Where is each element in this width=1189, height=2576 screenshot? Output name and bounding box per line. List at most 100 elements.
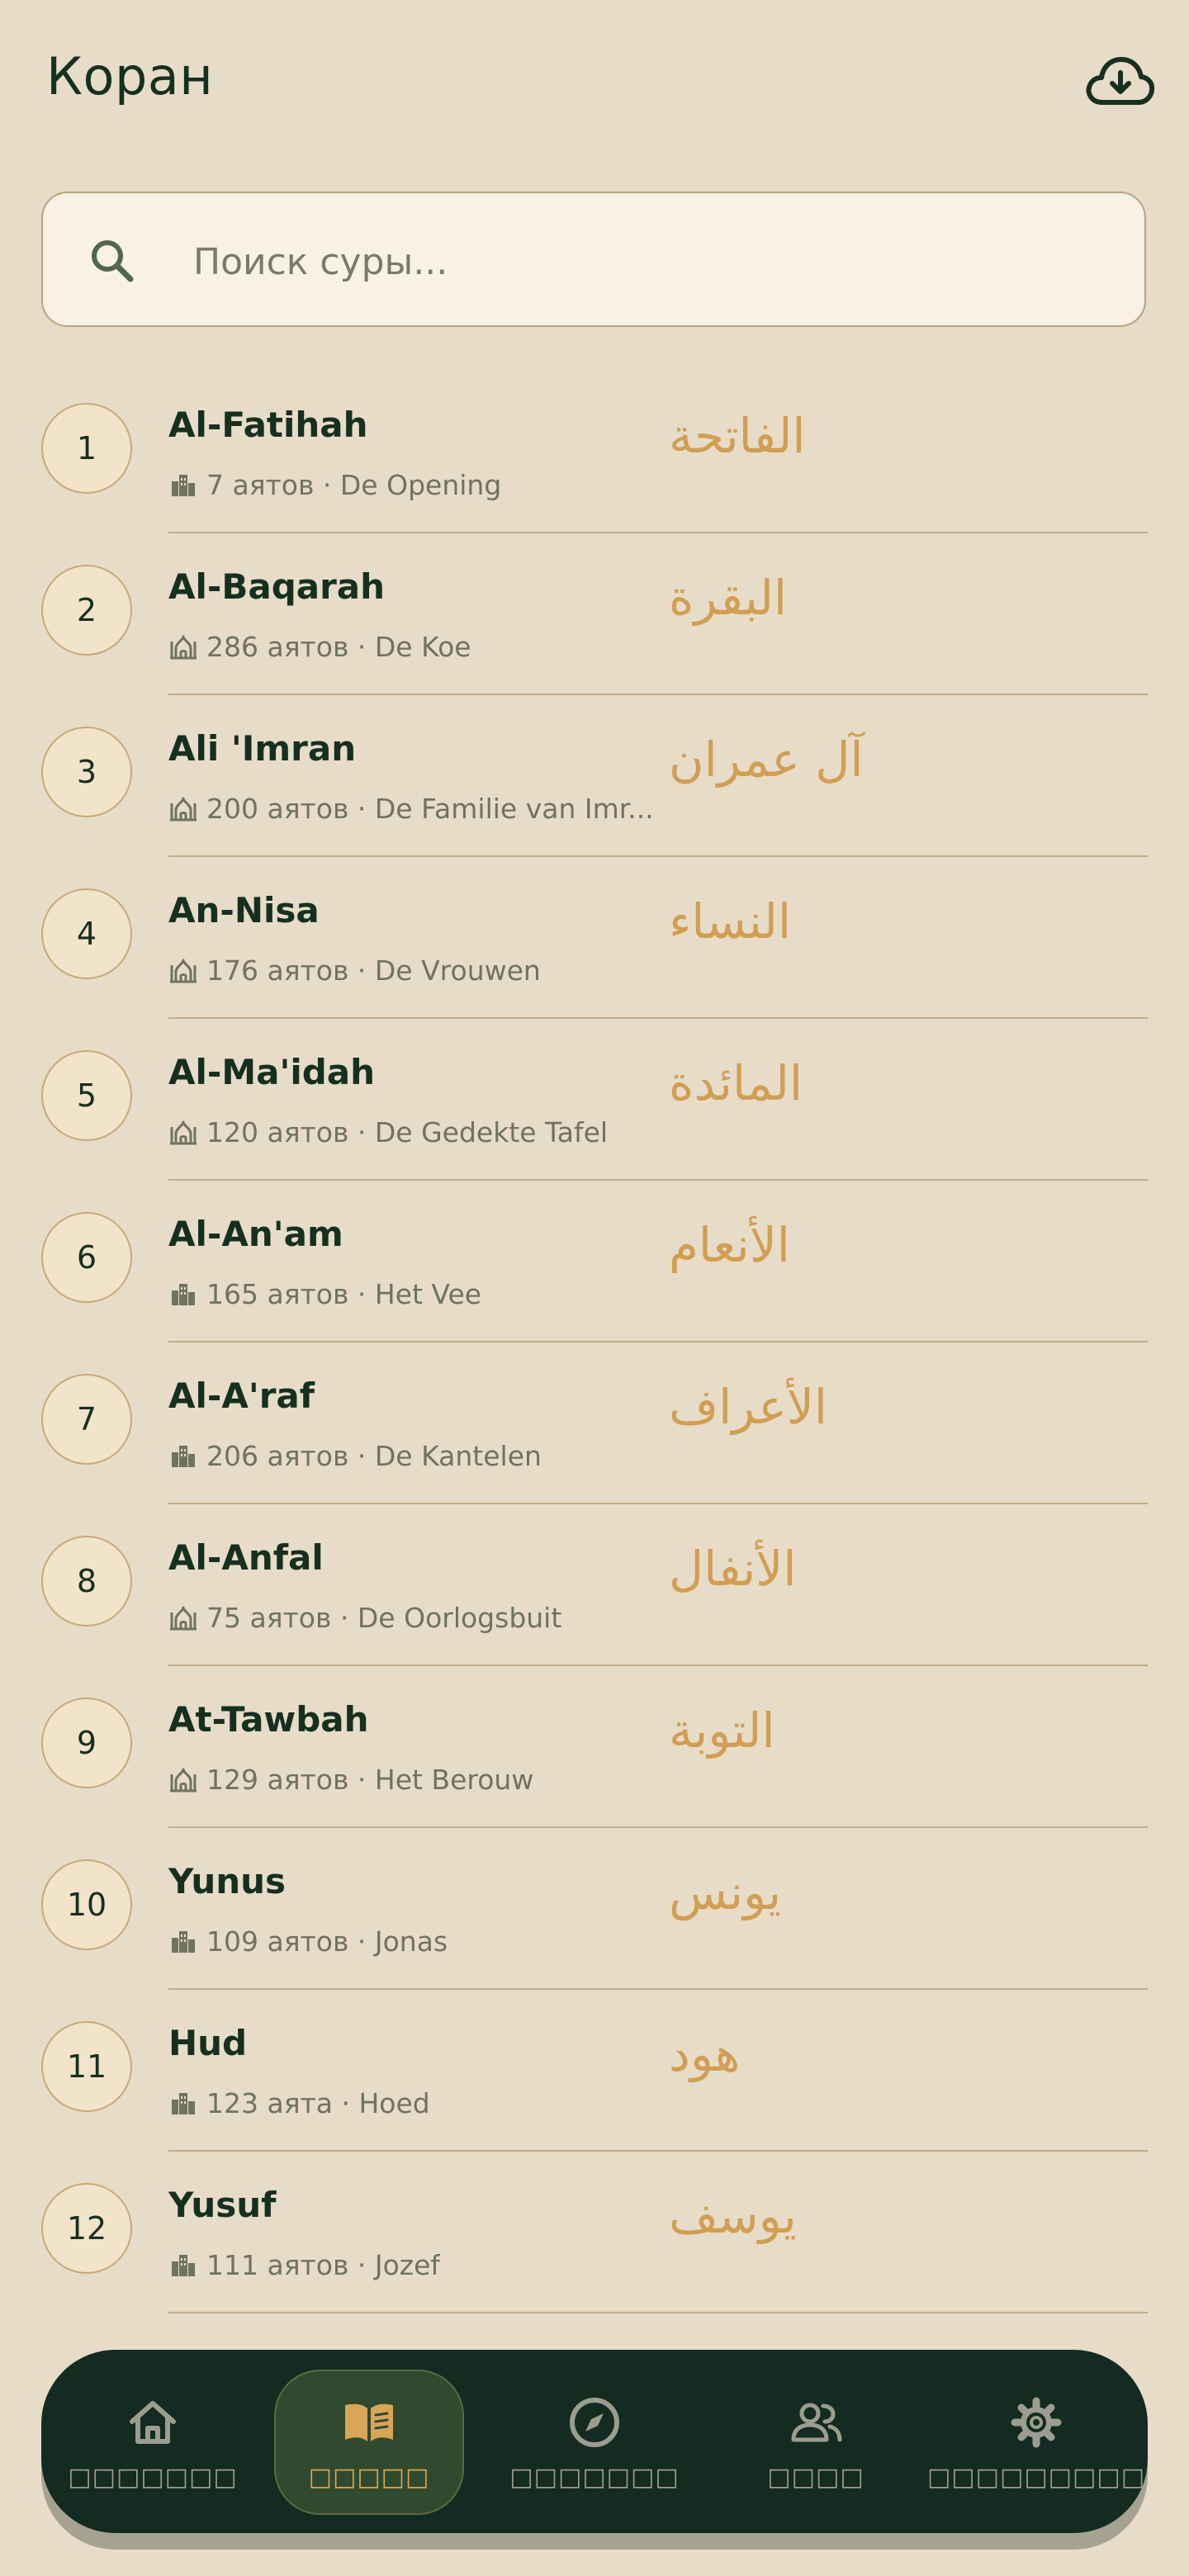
surah-arabic-name: البقرة <box>669 570 788 626</box>
city-icon <box>172 1284 195 1305</box>
surah-number-badge: 1 <box>41 403 132 494</box>
page-title: Коран <box>46 46 214 107</box>
surah-arabic-name: هود <box>669 2026 741 2082</box>
surah-arabic-name: التوبة <box>669 1702 775 1759</box>
nav-community[interactable]: □□□□ <box>721 2370 911 2515</box>
surah-arabic-name: يوسف <box>669 2188 797 2244</box>
surah-number-badge: 9 <box>41 1698 132 1788</box>
surah-meta: 206 аятов · De Kantelen <box>168 1435 656 1476</box>
surah-meta: 165 аятов · Het Vee <box>168 1273 656 1314</box>
surah-name: Hud <box>168 2023 248 2063</box>
search-bar[interactable] <box>41 192 1146 327</box>
cloud-download-icon <box>1086 57 1155 105</box>
surah-arabic-name: يونس <box>669 1864 782 1920</box>
surah-name: Al-Anfal <box>168 1537 324 1578</box>
surah-row[interactable]: 2 Al-Baqarah 286 аятов · De Koe البقرة <box>0 533 1189 695</box>
mosque-icon <box>170 635 197 660</box>
city-icon <box>172 1931 195 1953</box>
surah-arabic-name: النساء <box>669 893 791 949</box>
mosque-icon <box>170 959 197 983</box>
surah-row[interactable]: 10 Yunus 109 аятов · Jonas يونس <box>0 1828 1189 1990</box>
surah-meta-text: 200 аятов · De Familie van Imr... <box>206 792 654 825</box>
surah-number-badge: 11 <box>41 2021 132 2112</box>
surah-meta-text: 286 аятов · De Koe <box>206 630 471 663</box>
surah-meta-text: 109 аятов · Jonas <box>206 1925 448 1958</box>
surah-meta: 176 аятов · De Vrouwen <box>168 949 656 991</box>
city-icon <box>172 2255 195 2276</box>
surah-meta-text: 120 аятов · De Gedekte Tafel <box>206 1115 609 1148</box>
surah-meta-text: 7 аятов · De Opening <box>206 468 502 501</box>
surah-name: Al-Ma'idah <box>168 1052 376 1092</box>
surah-number-badge: 3 <box>41 727 132 817</box>
surah-name: Yusuf <box>168 2185 277 2225</box>
city-icon <box>172 1446 195 1467</box>
nav-home[interactable]: □□□□□□□ <box>58 2370 248 2515</box>
surah-row[interactable]: 4 An-Nisa 176 аятов · De Vrouwen النساء <box>0 857 1189 1019</box>
surah-name: At-Tawbah <box>168 1699 369 1740</box>
search-icon <box>92 240 134 282</box>
surah-number-badge: 2 <box>41 565 132 656</box>
surah-row[interactable]: 11 Hud 123 аята · Hoed هود <box>0 1990 1189 2152</box>
surah-name: Al-Fatihah <box>168 405 368 445</box>
surah-meta: 129 аятов · Het Berouw <box>168 1759 656 1800</box>
surah-meta: 123 аята · Hoed <box>168 2082 656 2124</box>
surah-name: Al-An'am <box>168 1214 343 1254</box>
surah-meta: 200 аятов · De Familie van Imr... <box>168 788 656 829</box>
nav-label-quran: □□□□□ <box>308 2462 430 2492</box>
surah-number-badge: 7 <box>41 1374 132 1465</box>
surah-meta-text: 176 аятов · De Vrouwen <box>206 954 541 987</box>
surah-row[interactable]: 7 Al-A'raf 206 аятов · De Kantelen الأعراف <box>0 1342 1189 1504</box>
surah-number-badge: 5 <box>41 1050 132 1141</box>
surah-number-badge: 4 <box>41 888 132 979</box>
settings-icon <box>1011 2397 1062 2447</box>
surah-row[interactable]: 8 Al-Anfal 75 аятов · De Oorlogsbuit الأنفا… <box>0 1504 1189 1666</box>
surah-meta-text: 123 аята · Hoed <box>206 2086 430 2119</box>
surah-list: 1 Al-Fatihah 7 аятов · De Opening الفاتحة 2 A… <box>0 372 1189 2313</box>
nav-label-community: □□□□ <box>767 2462 865 2492</box>
surah-number-badge: 10 <box>41 1859 132 1950</box>
nav-label-qibla: □□□□□□□ <box>509 2462 680 2492</box>
surah-name: Al-Baqarah <box>168 566 386 607</box>
surah-name: Yunus <box>168 1861 287 1901</box>
search-input[interactable] <box>192 226 1103 297</box>
surah-meta-text: 165 аятов · Het Vee <box>206 1277 482 1310</box>
surah-arabic-name: الأنعام <box>669 1217 790 1273</box>
mosque-icon <box>170 1120 197 1145</box>
surah-name: Ali 'Imran <box>168 728 357 769</box>
surah-arabic-name: المائدة <box>669 1055 803 1111</box>
home-icon <box>130 2400 176 2444</box>
surah-arabic-name: الأنفال <box>669 1541 797 1597</box>
surah-number-badge: 12 <box>41 2183 132 2274</box>
row-divider <box>168 2312 1148 2313</box>
bottom-navigation: □□□□□□□ □□□□□ □□□□□□□ □□□□ □□□□□□□□□ <box>41 2350 1148 2533</box>
surah-meta: 286 аятов · De Koe <box>168 626 656 667</box>
surah-number-badge: 6 <box>41 1212 132 1303</box>
surah-meta: 7 аятов · De Opening <box>168 464 656 505</box>
surah-meta-text: 75 аятов · De Oorlogsbuit <box>206 1601 562 1634</box>
surah-arabic-name: آل عمران <box>669 732 864 788</box>
surah-row[interactable]: 6 Al-An'am 165 аятов · Het Vee الأنعام <box>0 1181 1189 1342</box>
surah-meta: 109 аятов · Jonas <box>168 1920 656 1962</box>
nav-label-home: □□□□□□□ <box>68 2462 238 2492</box>
download-button[interactable] <box>1078 46 1161 116</box>
nav-qibla[interactable]: □□□□□□□ <box>500 2370 689 2515</box>
surah-name: Al-A'raf <box>168 1376 315 1416</box>
surah-meta-text: 129 аятов · Het Berouw <box>206 1763 534 1796</box>
surah-row[interactable]: 9 At-Tawbah 129 аятов · Het Berouw التوبة <box>0 1666 1189 1828</box>
surah-row[interactable]: 3 Ali 'Imran 200 аятов · De Familie van Im… <box>0 695 1189 857</box>
mosque-icon <box>170 797 197 822</box>
app-header: Коран <box>0 0 1189 165</box>
surah-row[interactable]: 5 Al-Ma'idah 120 аятов · De Gedekte Tafel ا… <box>0 1019 1189 1181</box>
surah-meta: 75 аятов · De Oorlogsbuit <box>168 1597 656 1638</box>
surah-row[interactable]: 1 Al-Fatihah 7 аятов · De Opening الفاتحة <box>0 372 1189 533</box>
surah-row[interactable]: 12 Yusuf 111 аятов · Jozef يوسف <box>0 2152 1189 2313</box>
surah-meta: 120 аятов · De Gedekte Tafel <box>168 1111 656 1153</box>
mosque-icon <box>170 1768 197 1792</box>
city-icon <box>172 475 195 496</box>
compass-icon <box>570 2397 619 2447</box>
surah-meta-text: 206 аятов · De Kantelen <box>206 1439 542 1472</box>
nav-quran[interactable]: □□□□□ <box>274 2370 464 2515</box>
nav-settings[interactable]: □□□□□□□□□ <box>927 2370 1144 2515</box>
city-icon <box>172 2093 195 2114</box>
surah-arabic-name: الفاتحة <box>669 408 806 464</box>
